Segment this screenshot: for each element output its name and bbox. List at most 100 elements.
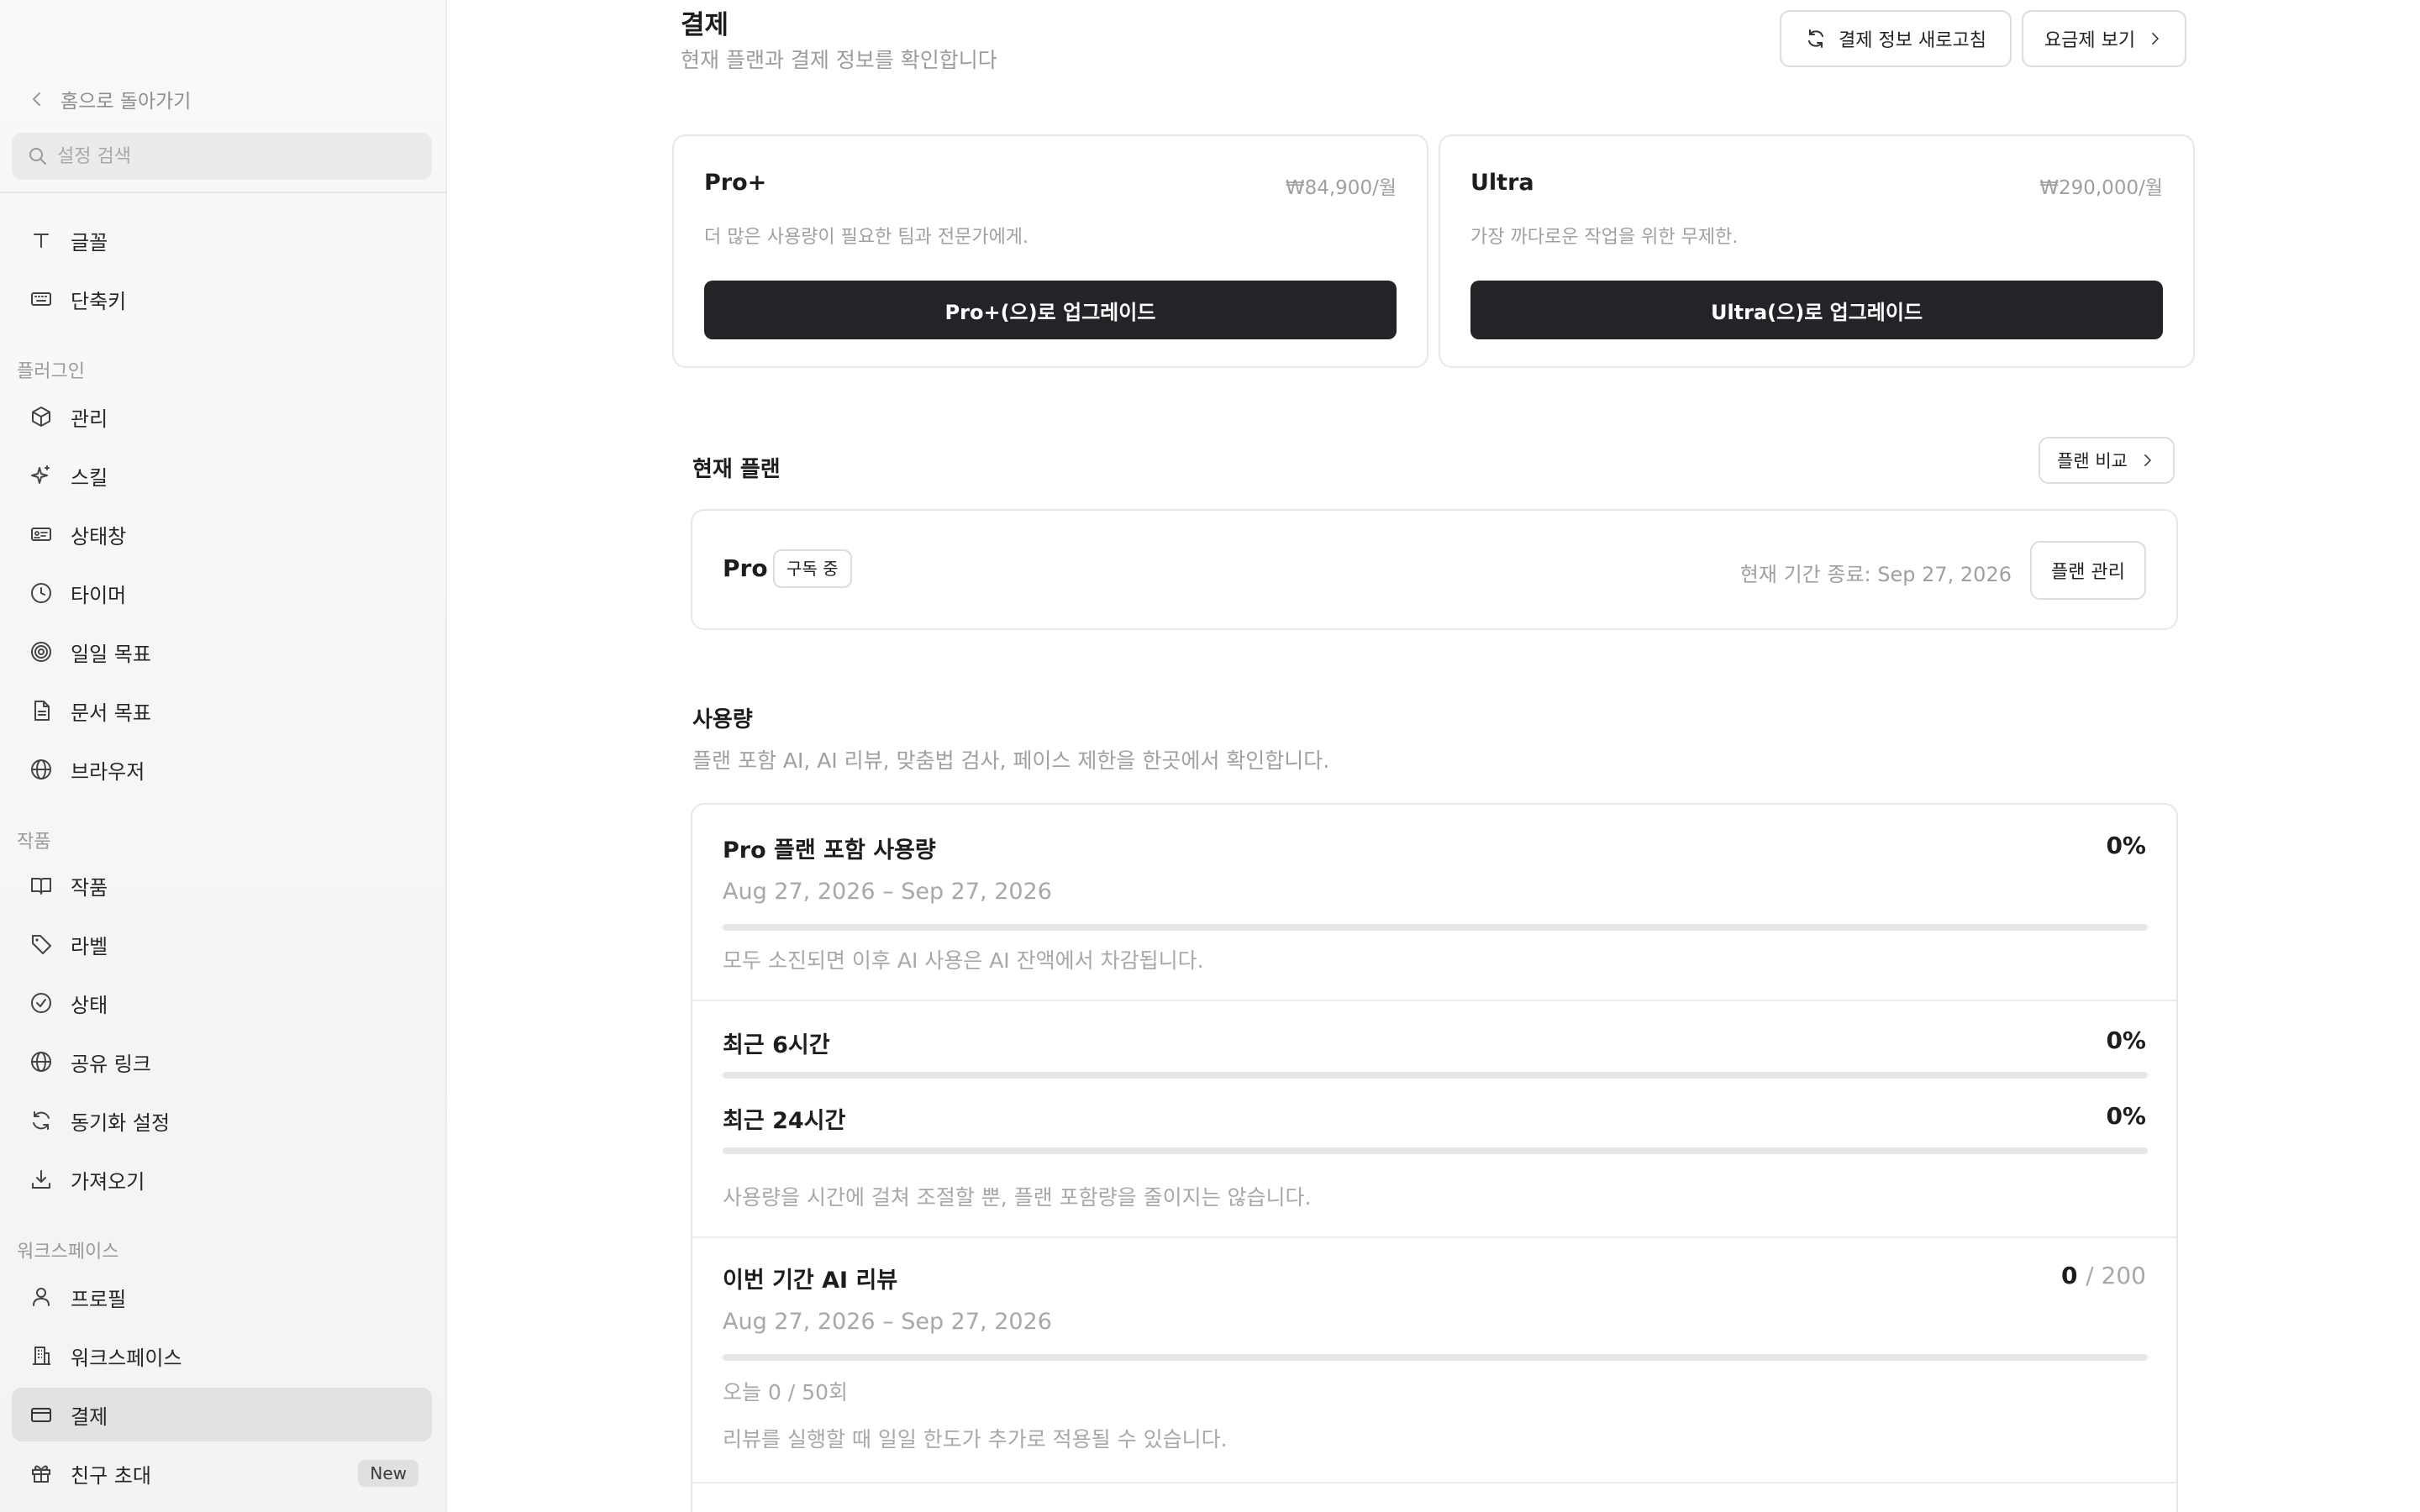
plan-price: ₩290,000/월 bbox=[2039, 177, 2163, 199]
last-6h-label: 최근 6시간 bbox=[723, 1032, 830, 1058]
sidebar-item-label: 라벨 bbox=[71, 934, 108, 958]
view-pricing-label: 요금제 보기 bbox=[2044, 30, 2136, 51]
sidebar-item-invite-friends[interactable]: 친구 초대 New bbox=[12, 1446, 432, 1500]
chevron-left-icon bbox=[33, 92, 40, 106]
sidebar-item-label: 상태창 bbox=[71, 524, 127, 549]
last-24h-label: 최근 24시간 bbox=[723, 1108, 846, 1134]
sidebar-item-status[interactable]: 상태 bbox=[12, 976, 432, 1030]
sidebar-item-share-link[interactable]: 공유 링크 bbox=[12, 1035, 432, 1089]
current-plan-title: 현재 플랜 bbox=[692, 457, 781, 482]
sidebar-item-daily-goal[interactable]: 일일 목표 bbox=[12, 625, 432, 679]
ai-review-today: 오늘 0 / 50회 bbox=[723, 1380, 848, 1404]
upgrade-pro-plus-button[interactable]: Pro+(으)로 업그레이드 bbox=[704, 281, 1397, 339]
sidebar-item-works[interactable]: 작품 bbox=[12, 858, 432, 912]
refresh-billing-label: 결제 정보 새로고침 bbox=[1839, 30, 1986, 51]
last-6h-value: 0% bbox=[2106, 1026, 2146, 1054]
target-icon bbox=[31, 642, 51, 662]
check-circle-icon bbox=[31, 993, 51, 1013]
included-usage-value: 0% bbox=[2106, 832, 2146, 859]
sidebar-item-document-goal[interactable]: 문서 목표 bbox=[12, 684, 432, 738]
ai-review-note: 리뷰를 실행할 때 일일 한도가 추가로 적용될 수 있습니다. bbox=[723, 1427, 1228, 1452]
page-title: 결제 bbox=[681, 10, 729, 40]
sidebar-item-labels[interactable]: 라벨 bbox=[12, 917, 432, 971]
sidebar-item-import[interactable]: 가져오기 bbox=[12, 1152, 432, 1206]
sidebar-item-shortcuts[interactable]: 단축키 bbox=[12, 272, 432, 326]
settings-search[interactable] bbox=[12, 133, 432, 180]
last-24h-value: 0% bbox=[2106, 1102, 2146, 1130]
sidebar-item-label: 스킬 bbox=[71, 465, 108, 490]
view-pricing-button[interactable]: 요금제 보기 bbox=[2022, 10, 2186, 67]
sidebar-item-browser[interactable]: 브라우저 bbox=[12, 743, 432, 796]
upgrade-ultra-button[interactable]: Ultra(으)로 업그레이드 bbox=[1470, 281, 2163, 339]
sidebar-item-label: 단축키 bbox=[71, 289, 127, 313]
settings-sidebar: 홈으로 돌아가기 글꼴 단축키 플러그인 관리 스킬 상태창 타이머 일일 목표… bbox=[0, 0, 447, 1512]
sidebar-item-billing[interactable]: 결제 bbox=[12, 1388, 432, 1441]
current-plan-card: Pro 구독 중 현재 기간 종료: Sep 27, 2026 플랜 관리 bbox=[691, 509, 2178, 630]
manage-plan-label: 플랜 관리 bbox=[2051, 562, 2125, 583]
sidebar-item-label: 작품 bbox=[71, 875, 108, 900]
book-icon bbox=[31, 878, 51, 895]
page-subtitle: 현재 플랜과 결제 정보를 확인합니다 bbox=[681, 48, 997, 72]
sidebar-item-workspace[interactable]: 워크스페이스 bbox=[12, 1329, 432, 1383]
settings-search-input[interactable] bbox=[57, 145, 410, 167]
plan-card-pro-plus: Pro+ ₩84,900/월 더 많은 사용량이 필요한 팀과 전문가에게. P… bbox=[672, 134, 1428, 368]
type-icon bbox=[34, 234, 49, 248]
sidebar-item-label: 상태 bbox=[71, 993, 108, 1017]
sync-icon bbox=[33, 1111, 50, 1130]
sidebar-item-label: 워크스페이스 bbox=[71, 1346, 182, 1370]
download-icon bbox=[32, 1170, 50, 1189]
sidebar-item-label: 타이머 bbox=[71, 583, 127, 607]
sidebar-item-label: 결제 bbox=[71, 1404, 108, 1429]
sidebar-item-timer[interactable]: 타이머 bbox=[12, 566, 432, 620]
back-link-label: 홈으로 돌아가기 bbox=[60, 91, 192, 113]
sidebar-item-sync[interactable]: 동기화 설정 bbox=[12, 1094, 432, 1147]
sparkle-icon bbox=[31, 465, 50, 484]
sidebar-item-label: 친구 초대 bbox=[71, 1463, 151, 1488]
credit-card-icon bbox=[31, 1408, 51, 1422]
document-icon bbox=[34, 701, 50, 721]
section-label-workspace: 워크스페이스 bbox=[17, 1242, 119, 1263]
back-to-home-link[interactable]: 홈으로 돌아가기 bbox=[29, 84, 191, 114]
chevron-right-icon bbox=[2144, 454, 2151, 466]
current-plan-name: Pro bbox=[723, 554, 768, 582]
search-icon bbox=[29, 148, 46, 165]
included-usage-note: 모두 소진되면 이후 AI 사용은 AI 잔액에서 차감됩니다. bbox=[723, 948, 1204, 973]
sidebar-item-manage[interactable]: 관리 bbox=[12, 390, 432, 444]
sidebar-item-label: 관리 bbox=[71, 407, 108, 431]
refresh-icon bbox=[1808, 29, 1824, 48]
refresh-billing-button[interactable]: 결제 정보 새로고침 bbox=[1780, 10, 2012, 67]
chevron-right-icon bbox=[2152, 33, 2159, 45]
usage-divider bbox=[692, 1482, 2176, 1483]
sidebar-item-profile[interactable]: 프로필 bbox=[12, 1270, 432, 1324]
plan-description: 가장 까다로운 작업을 위한 무제한. bbox=[1470, 227, 1739, 248]
plan-price: ₩84,900/월 bbox=[1285, 177, 1397, 199]
sidebar-item-skills[interactable]: 스킬 bbox=[12, 449, 432, 502]
new-badge: New bbox=[358, 1460, 418, 1487]
ai-review-period: Aug 27, 2026 – Sep 27, 2026 bbox=[723, 1309, 1052, 1335]
usage-card: Pro 플랜 포함 사용량 0% Aug 27, 2026 – Sep 27, … bbox=[691, 803, 2178, 1512]
plan-name: Ultra bbox=[1470, 170, 1534, 196]
last-24h-progress bbox=[723, 1147, 2148, 1154]
compare-plans-label: 플랜 비교 bbox=[2057, 451, 2128, 471]
sidebar-divider bbox=[0, 192, 447, 193]
sidebar-item-font[interactable]: 글꼴 bbox=[12, 213, 432, 267]
usage-divider bbox=[692, 1236, 2176, 1238]
ai-review-used: 0 bbox=[2060, 1262, 2078, 1289]
sidebar-item-label: 가져오기 bbox=[71, 1169, 145, 1194]
subscription-status-badge: 구독 중 bbox=[773, 549, 852, 588]
clock-icon bbox=[31, 583, 51, 603]
sidebar-item-statusbar[interactable]: 상태창 bbox=[12, 507, 432, 561]
current-period-end: 현재 기간 종료: Sep 27, 2026 bbox=[1739, 563, 2012, 586]
gift-icon bbox=[32, 1465, 50, 1483]
manage-plan-button[interactable]: 플랜 관리 bbox=[2030, 541, 2146, 600]
status-card-icon bbox=[31, 528, 51, 541]
pace-limit-note: 사용량을 시간에 걸쳐 조절할 뿐, 플랜 포함량을 줄이지는 않습니다. bbox=[723, 1185, 1312, 1210]
compare-plans-button[interactable]: 플랜 비교 bbox=[2039, 437, 2175, 484]
billing-page: 결제 현재 플랜과 결제 정보를 확인합니다 결제 정보 새로고침 요금제 보기… bbox=[449, 0, 2420, 1512]
last-6h-progress bbox=[723, 1072, 2148, 1079]
section-label-works: 작품 bbox=[17, 832, 51, 853]
globe-icon bbox=[31, 759, 51, 780]
sidebar-item-label: 일일 목표 bbox=[71, 642, 151, 666]
globe-icon bbox=[31, 1052, 51, 1072]
user-icon bbox=[33, 1288, 50, 1306]
